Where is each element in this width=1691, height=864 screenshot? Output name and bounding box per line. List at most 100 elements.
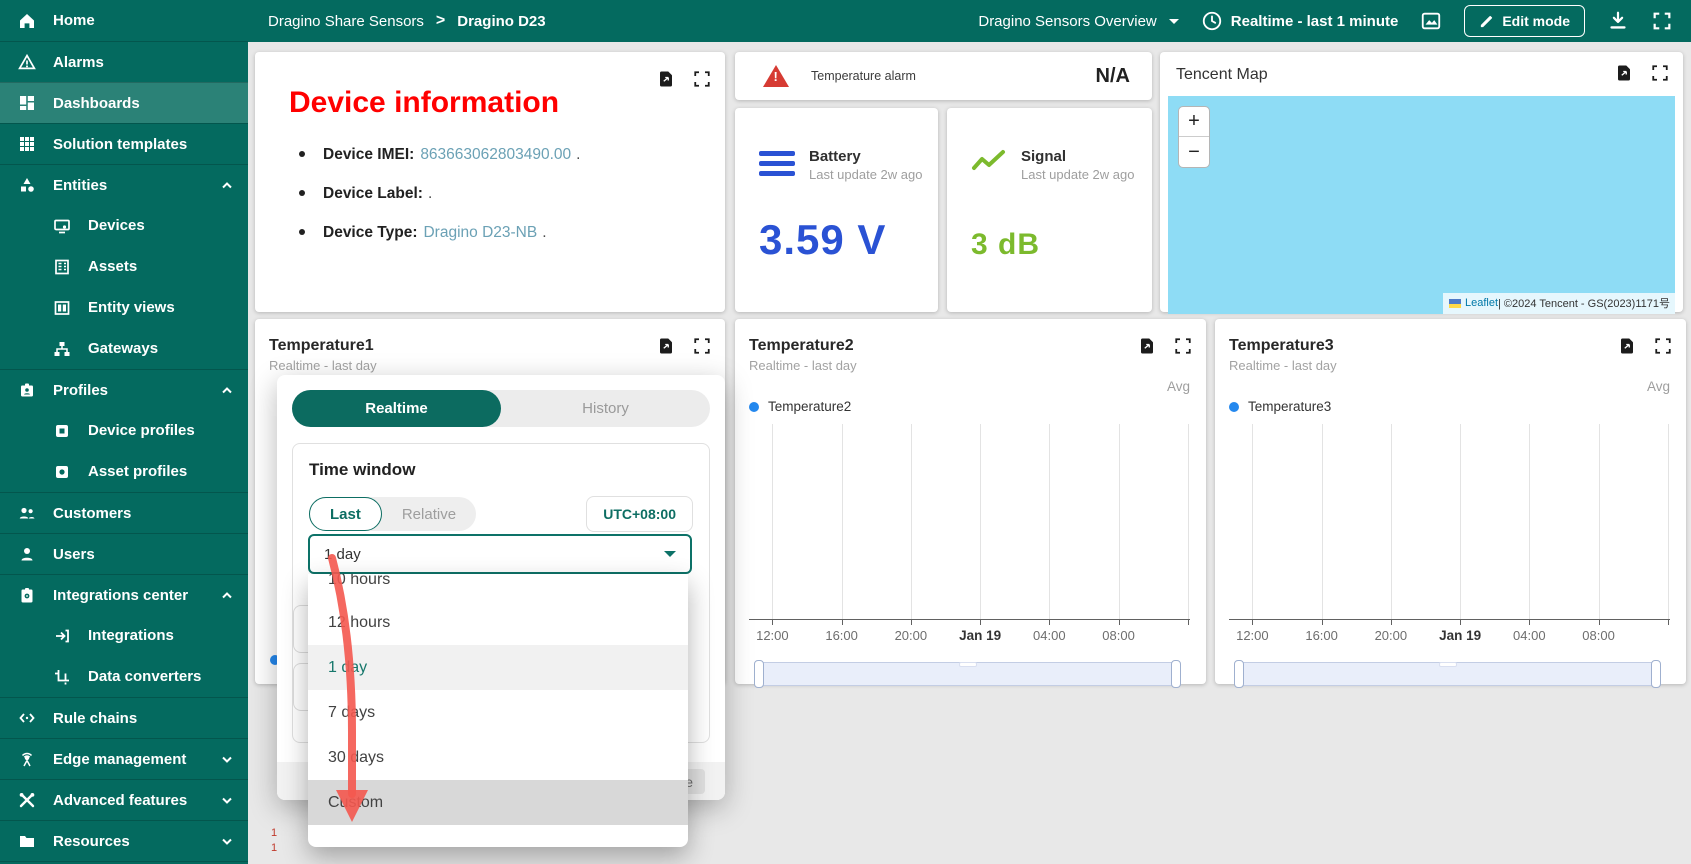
axis-tick [1252, 620, 1253, 625]
edit-mode-button[interactable]: Edit mode [1464, 5, 1585, 37]
entities-icon [17, 175, 37, 195]
tab-realtime[interactable]: Realtime [292, 390, 501, 427]
x-tick-label: 20:00 [895, 628, 928, 643]
topbar: Dragino Share Sensors > Dragino D23 Drag… [248, 0, 1691, 42]
expand-widget-icon[interactable] [1651, 64, 1669, 82]
slider-right-handle[interactable] [1171, 660, 1181, 688]
sidebar-item-resources[interactable]: Resources [0, 820, 248, 861]
gridline [980, 424, 981, 620]
chevron-down-icon [220, 793, 234, 807]
axis-tick [1599, 620, 1600, 625]
device-info-label: Device Type: [323, 224, 417, 242]
option-custom[interactable]: Custom [308, 780, 688, 825]
sidebar-item-integrations[interactable]: Integrations [0, 615, 248, 656]
battery-last-update: Last update 2w ago [809, 167, 922, 182]
sidebar-item-integrations-center[interactable]: Integrations center [0, 574, 248, 615]
toggle-last[interactable]: Last [309, 497, 382, 531]
gridline [1599, 424, 1600, 620]
assets-icon [52, 257, 72, 277]
sidebar-item-home[interactable]: Home [0, 0, 248, 41]
slider-grip[interactable] [959, 662, 977, 667]
slider-grip[interactable] [1439, 662, 1457, 667]
export-data-icon[interactable] [1138, 337, 1156, 355]
sidebar-item-customers[interactable]: Customers [0, 492, 248, 533]
dashboard-state-select[interactable]: Dragino Sensors Overview [978, 13, 1178, 30]
sidebar-item-rule-chains[interactable]: Rule chains [0, 697, 248, 738]
expand-widget-icon[interactable] [693, 337, 711, 355]
export-data-icon[interactable] [1615, 64, 1633, 82]
sidebar-item-profiles[interactable]: Profiles [0, 369, 248, 410]
slider-left-handle[interactable] [754, 660, 764, 688]
gridline [1188, 424, 1189, 620]
breadcrumb-root[interactable]: Dragino Share Sensors [268, 13, 424, 30]
option-12-hours[interactable]: 12 hours [308, 600, 688, 645]
sidebar-item-assets[interactable]: Assets [0, 246, 248, 287]
zoom-out-button[interactable]: − [1179, 137, 1209, 167]
breadcrumb-current: Dragino D23 [457, 13, 545, 30]
option-10-hours[interactable]: 10 hours [308, 574, 688, 600]
tencent-map-card: Tencent Map + − Leaflet | ©2024 Tencent … [1160, 52, 1683, 312]
x-tick-label: 12:00 [756, 628, 789, 643]
sidebar-item-users[interactable]: Users [0, 533, 248, 574]
gridline [1460, 424, 1461, 620]
time-range-slider[interactable] [1237, 662, 1658, 686]
option-7-days[interactable]: 7 days [308, 690, 688, 735]
export-data-icon[interactable] [657, 70, 675, 88]
sidebar-item-asset-profiles[interactable]: Asset profiles [0, 451, 248, 492]
zoom-in-button[interactable]: + [1179, 107, 1209, 137]
chevron-up-icon [220, 383, 234, 397]
expand-widget-icon[interactable] [1174, 337, 1192, 355]
expand-widget-icon[interactable] [693, 70, 711, 88]
tab-history[interactable]: History [501, 390, 710, 427]
sidebar-item-gateways[interactable]: Gateways [0, 328, 248, 369]
chart-subtitle: Realtime - last day [269, 358, 709, 373]
gridline [1391, 424, 1392, 620]
sidebar-item-label: Assets [88, 258, 137, 275]
chart-legend[interactable]: Temperature2 [749, 399, 1190, 414]
templates-icon [17, 134, 37, 154]
axis-tick [1119, 620, 1120, 625]
sidebar-item-label: Customers [53, 505, 131, 522]
slider-left-handle[interactable] [1234, 660, 1244, 688]
x-tick-label: Jan 19 [1439, 628, 1481, 643]
export-data-icon[interactable] [657, 337, 675, 355]
breadcrumb-separator: > [436, 12, 445, 30]
sidebar-item-solution-templates[interactable]: Solution templates [0, 123, 248, 164]
option-1-day[interactable]: 1 day [308, 645, 688, 690]
signal-last-update: Last update 2w ago [1021, 167, 1134, 182]
chart-title: Temperature3 [1229, 337, 1670, 355]
image-icon[interactable] [1420, 10, 1442, 32]
time-range-slider[interactable] [757, 662, 1178, 686]
chart-legend[interactable]: Temperature3 [1229, 399, 1670, 414]
integrations-center-icon [17, 585, 37, 605]
slider-right-handle[interactable] [1651, 660, 1661, 688]
sidebar-item-entities[interactable]: Entities [0, 164, 248, 205]
sidebar-item-advanced-features[interactable]: Advanced features [0, 779, 248, 820]
sidebar-item-data-converters[interactable]: Data converters [0, 656, 248, 697]
timewindow-button[interactable]: Realtime - last 1 minute [1201, 10, 1399, 32]
sidebar-item-entity-views[interactable]: Entity views [0, 287, 248, 328]
map-title: Tencent Map [1168, 66, 1675, 84]
sidebar-item-device-profiles[interactable]: Device profiles [0, 410, 248, 451]
gridline [1049, 424, 1050, 620]
legend-label: Temperature3 [1248, 399, 1331, 414]
export-data-icon[interactable] [1618, 337, 1636, 355]
expand-widget-icon[interactable] [1654, 337, 1672, 355]
map-canvas[interactable]: + − Leaflet | ©2024 Tencent - GS(2023)11… [1168, 96, 1675, 314]
download-icon[interactable] [1607, 10, 1629, 32]
temperature3-card: Temperature3 Realtime - last day Avg Tem… [1215, 319, 1686, 684]
leaflet-link[interactable]: Leaflet [1465, 297, 1498, 309]
x-tick-label: 08:00 [1582, 628, 1615, 643]
sidebar-item-dashboards[interactable]: Dashboards [0, 82, 248, 123]
sidebar-item-edge-management[interactable]: Edge management [0, 738, 248, 779]
hidden-field-fragment [293, 605, 309, 653]
timewindow-select[interactable]: 1 day [308, 534, 692, 574]
sidebar-item-alarms[interactable]: Alarms [0, 41, 248, 82]
x-axis-line [749, 619, 1190, 620]
timezone-button[interactable]: UTC+08:00 [586, 496, 693, 532]
toggle-relative[interactable]: Relative [382, 497, 476, 531]
sidebar-item-devices[interactable]: Devices [0, 205, 248, 246]
fullscreen-icon[interactable] [1651, 10, 1673, 32]
bullet-icon [299, 229, 305, 235]
option-30-days[interactable]: 30 days [308, 735, 688, 780]
